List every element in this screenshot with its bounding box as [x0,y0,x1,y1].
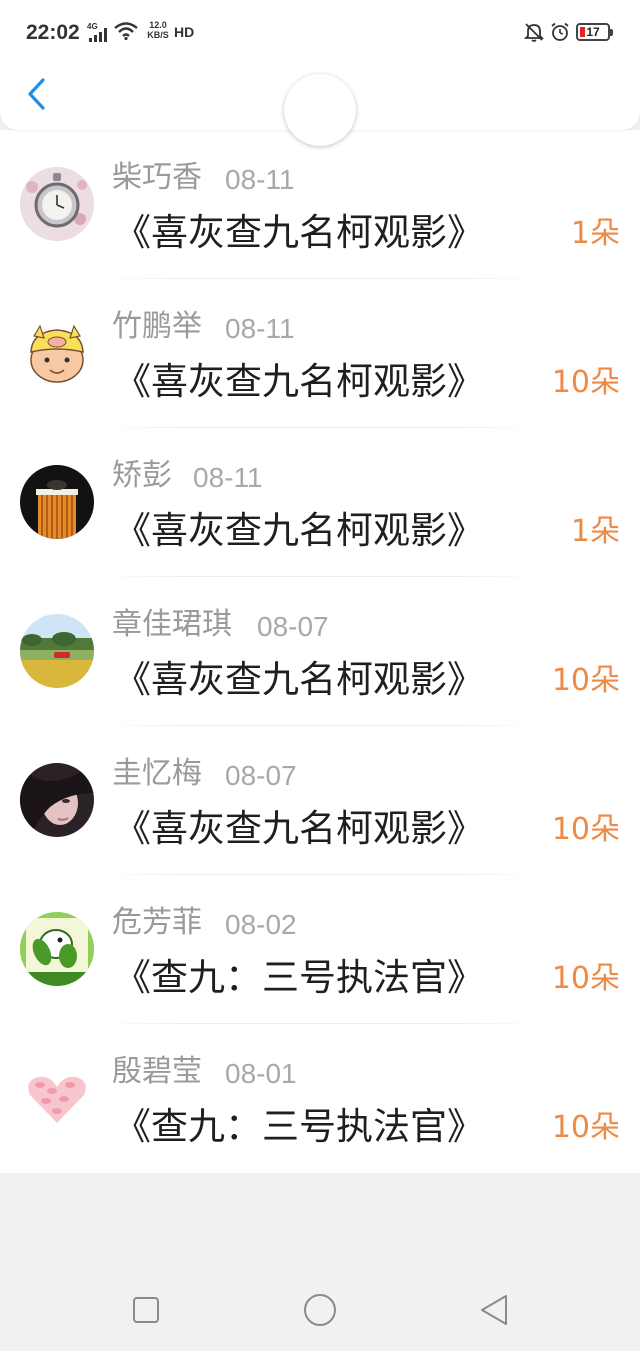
record-date: 08-11 [225,313,295,344]
flower-count: 10朵 [551,365,620,400]
hd-indicator: HD [174,24,195,40]
recent-apps-button[interactable] [126,1290,166,1330]
list-item[interactable]: 柴巧香 08-11 《喜灰查九名柯观影》 1朵 [0,130,640,279]
back-nav-button[interactable] [474,1290,514,1330]
avatar[interactable] [20,167,94,241]
user-name: 矫彭 [112,458,172,493]
portrait-avatar-icon [20,763,94,837]
status-time: 22:02 [26,21,80,44]
list-item[interactable]: 矫彭 08-11 《喜灰查九名柯观影》 1朵 [0,428,640,577]
movie-title: 《喜灰查九名柯观影》 [114,211,484,254]
user-name: 章佳珺琪 [112,607,232,642]
battery-level: 17 [586,25,600,39]
system-navigation-bar [0,1270,640,1348]
user-name: 危芳菲 [112,905,202,940]
triangle-back-icon [481,1295,507,1325]
petal-heart-avatar-icon [20,1061,94,1135]
pocket-watch-avatar-icon [20,167,94,241]
pig-cartoon-avatar-icon [20,316,94,390]
floating-circle-button[interactable] [284,74,356,146]
striped-bag-avatar-icon [20,465,94,539]
avatar[interactable] [20,316,94,390]
alarm-clock-icon [551,22,569,41]
record-date: 08-01 [225,1058,297,1089]
wifi-icon [114,22,138,40]
cartoon-dog-avatar-icon [20,912,94,986]
movie-title: 《喜灰查九名柯观影》 [114,807,484,850]
list-item[interactable]: 危芳菲 08-02 《查九：三号执法官》 10朵 [0,875,640,1024]
record-date: 08-11 [225,164,295,195]
record-date: 08-02 [225,909,297,940]
avatar[interactable] [20,912,94,986]
list-item[interactable]: 竹鹏举 08-11 《喜灰查九名柯观影》 10朵 [0,279,640,428]
movie-title: 《喜灰查九名柯观影》 [114,658,484,701]
status-bar: 22:02 4G 12.0 KB/S HD 17 [0,0,640,62]
record-date: 08-07 [225,760,297,791]
movie-title: 《查九：三号执法官》 [114,956,484,999]
cellular-signal-icon: 4G [87,22,109,42]
flower-count: 1朵 [570,216,620,251]
bell-muted-icon [524,23,544,42]
record-date: 08-07 [257,611,329,642]
list-item[interactable]: 圭忆梅 08-07 《喜灰查九名柯观影》 10朵 [0,726,640,875]
user-name: 竹鹏举 [112,309,202,344]
flower-count: 1朵 [570,514,620,549]
flower-count: 10朵 [551,812,620,847]
avatar[interactable] [20,465,94,539]
gift-record-list: 柴巧香 08-11 《喜灰查九名柯观影》 1朵 竹鹏举 08-11 《喜灰查九名… [0,130,640,1173]
landscape-car-avatar-icon [20,614,94,688]
flower-count: 10朵 [551,1110,620,1145]
list-item[interactable]: 殷碧莹 08-01 《查九：三号执法官》 10朵 [0,1024,640,1173]
movie-title: 《喜灰查九名柯观影》 [114,509,484,552]
flower-count: 10朵 [551,663,620,698]
network-speed: 12.0 KB/S [147,20,169,40]
circle-icon [304,1294,336,1326]
home-button[interactable] [300,1290,340,1330]
chevron-left-icon [28,78,45,110]
battery-icon: 17 [576,23,613,41]
list-item[interactable]: 章佳珺琪 08-07 《喜灰查九名柯观影》 10朵 [0,577,640,726]
record-date: 08-11 [193,462,263,493]
avatar[interactable] [20,1061,94,1135]
back-button[interactable] [18,74,54,114]
square-icon [133,1297,159,1323]
user-name: 殷碧莹 [112,1054,202,1089]
user-name: 圭忆梅 [112,756,202,791]
movie-title: 《查九：三号执法官》 [114,1105,484,1148]
movie-title: 《喜灰查九名柯观影》 [114,360,484,403]
avatar[interactable] [20,763,94,837]
avatar[interactable] [20,614,94,688]
flower-count: 10朵 [551,961,620,996]
user-name: 柴巧香 [112,160,202,195]
